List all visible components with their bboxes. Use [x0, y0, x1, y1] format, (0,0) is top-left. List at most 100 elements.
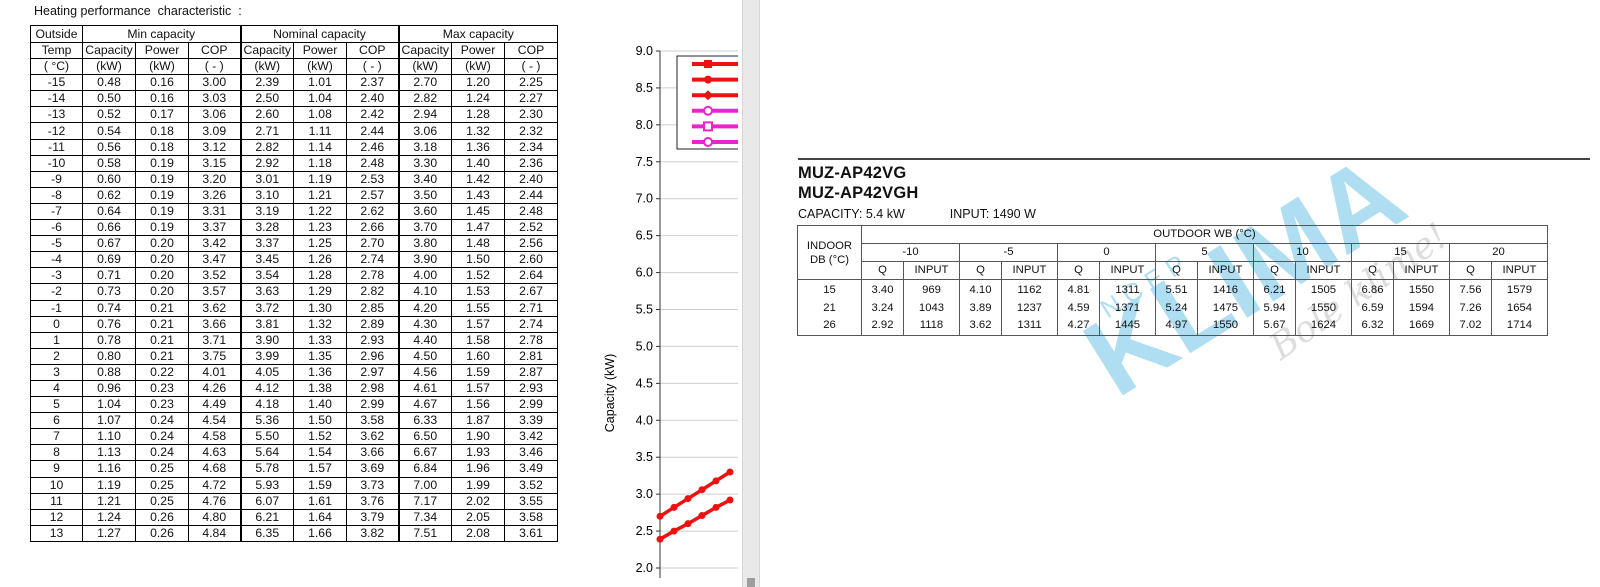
table-cell: 2.98 [346, 379, 399, 398]
input-header: INPUT [1001, 261, 1058, 280]
table-cell: 1.55 [451, 299, 505, 317]
input-cell: 1043 [903, 299, 960, 317]
table-cell: 0.20 [135, 251, 189, 269]
input-cell: 1311 [1099, 279, 1156, 300]
y-tick-label: 5.5 [636, 303, 653, 317]
scrollbar-thumb[interactable] [747, 578, 755, 587]
series-point [656, 535, 664, 543]
table-cell: 2.60 [504, 251, 558, 269]
table-cell: 7.51 [397, 524, 452, 542]
table-cell: 1.22 [293, 202, 347, 221]
table-cell: 3.72 [239, 299, 294, 317]
column-header: Power [135, 41, 189, 60]
table-cell: 4.67 [397, 396, 452, 414]
outdoor-wb-table: INDOOR DB (°C) OUTDOOR WB (°C) -10 -5 0 5 10 1… [797, 225, 1548, 336]
table-cell: 2.46 [346, 138, 399, 156]
table-cell: 3.81 [239, 315, 294, 333]
table-cell: 0.19 [135, 154, 189, 172]
table-row: 5 1.04 0.23 4.49 4.18 1.40 2.99 4.67 1.56 2.99 [30, 396, 558, 414]
y-tick-label: 7.0 [636, 192, 653, 206]
table-cell: 2.82 [397, 90, 452, 108]
wb-value-header: -10 [861, 243, 960, 262]
performance-table-body: -15 0.48 0.16 3.00 2.39 1.01 2.37 2.70 1.20 2.25 -… [30, 74, 558, 542]
model-name-1: MUZ-AP42VG [798, 164, 907, 182]
table-row: -15 0.48 0.16 3.00 2.39 1.01 2.37 2.70 1.20 2.25 [30, 74, 558, 92]
table-cell: 6.84 [397, 460, 452, 478]
unit-cell: (kW) [293, 58, 347, 76]
series-point [698, 486, 706, 494]
table-cell: 7.17 [397, 492, 452, 510]
table-cell: 1.60 [451, 347, 505, 365]
table-row: 21 3.24 1043 3.89 1237 4.59 1371 5.24 1475 5.94 15… [797, 299, 1548, 317]
table-cell: 3.90 [397, 251, 452, 269]
table-row: 4 0.96 0.23 4.26 4.12 1.38 2.98 4.61 1.57 2.93 [30, 379, 558, 398]
table-cell: 1.99 [451, 476, 505, 494]
table-cell: 3.75 [188, 347, 241, 365]
table-cell: 0.21 [135, 315, 189, 333]
table-cell: 1.26 [293, 251, 347, 269]
table-cell: 1.93 [451, 444, 505, 462]
outside-temp-cell: -6 [30, 219, 83, 237]
table-cell: 3.30 [397, 154, 452, 172]
table-cell: 3.46 [504, 444, 558, 462]
y-tick-label: 4.0 [636, 413, 653, 427]
table-cell: 2.30 [504, 106, 558, 124]
unit-cell: (kW) [135, 58, 189, 76]
table-cell: 3.28 [239, 219, 294, 237]
table-cell: 2.70 [397, 74, 452, 92]
table-cell: 3.10 [239, 186, 294, 204]
table-cell: 2.25 [504, 74, 558, 92]
outside-temp-cell: 2 [30, 347, 83, 365]
table-cell: 0.96 [82, 379, 136, 398]
table-cell: 0.19 [135, 219, 189, 237]
wb-value-header: 20 [1449, 243, 1548, 262]
table-cell: 2.37 [346, 74, 399, 92]
table-cell: 1.27 [82, 524, 136, 542]
table-cell: 2.40 [504, 170, 558, 188]
table-cell: 0.20 [135, 283, 189, 301]
split-scrollbar[interactable] [742, 0, 760, 587]
table-row: 9 1.16 0.25 4.68 5.78 1.57 3.69 6.84 1.96 3.49 [30, 460, 558, 478]
series-point [712, 477, 720, 485]
outside-temp-cell: 10 [30, 476, 83, 494]
table-row: -4 0.69 0.20 3.47 3.45 1.26 2.74 3.90 1.50 2.60 [30, 251, 558, 269]
table-row: -11 0.56 0.18 3.12 2.82 1.14 2.46 3.18 1.36 2.34 [30, 138, 558, 156]
table-cell: 1.19 [293, 170, 347, 188]
table-cell: 2.74 [346, 251, 399, 269]
table-cell: 3.40 [397, 170, 452, 188]
table-row: 11 1.21 0.25 4.76 6.07 1.61 3.76 7.17 2.02 3.55 [30, 492, 558, 510]
table-cell: 2.02 [451, 492, 505, 510]
table-cell: 5.93 [239, 476, 294, 494]
input-cell: 1475 [1197, 299, 1254, 317]
table-cell: 2.99 [504, 396, 558, 414]
q-cell: 6.86 [1351, 279, 1394, 300]
units-row: ( °C) (kW) (kW) ( - ) (kW) (kW) ( - ) (k… [30, 58, 558, 76]
table-cell: 1.47 [451, 219, 505, 237]
table-cell: 1.28 [293, 267, 347, 285]
table-cell: 4.00 [397, 267, 452, 285]
unit-cell: ( - ) [346, 58, 399, 76]
table-cell: 6.33 [397, 412, 452, 430]
table-cell: 0.25 [135, 460, 189, 478]
sub-header-row: Temp Capacity Power COP Capacity Power C… [30, 41, 558, 60]
table-cell: 3.03 [188, 90, 241, 108]
indoor-label: INDOOR [806, 239, 853, 252]
table-row: -3 0.71 0.20 3.52 3.54 1.28 2.78 4.00 1.52 2.64 [30, 267, 558, 285]
input-header: INPUT [1197, 261, 1254, 280]
model-name-2: MUZ-AP42VGH [798, 184, 919, 202]
table-cell: 2.36 [504, 154, 558, 172]
table-cell: 3.57 [188, 283, 241, 301]
table-cell: 3.47 [188, 251, 241, 269]
table-row: -8 0.62 0.19 3.26 3.10 1.21 2.57 3.50 1.43 2.44 [30, 186, 558, 204]
q-cell: 3.89 [959, 299, 1002, 317]
table-cell: 1.04 [82, 396, 136, 414]
table-cell: 3.62 [346, 428, 399, 446]
table-cell: 1.66 [293, 524, 347, 542]
q-cell: 3.62 [959, 317, 1002, 336]
outside-temp-cell: 6 [30, 412, 83, 430]
column-header: Power [451, 41, 505, 60]
legend-marker [703, 121, 713, 132]
legend-marker [704, 60, 712, 68]
outside-temp-cell: 11 [30, 492, 83, 510]
table-cell: 3.62 [188, 299, 241, 317]
